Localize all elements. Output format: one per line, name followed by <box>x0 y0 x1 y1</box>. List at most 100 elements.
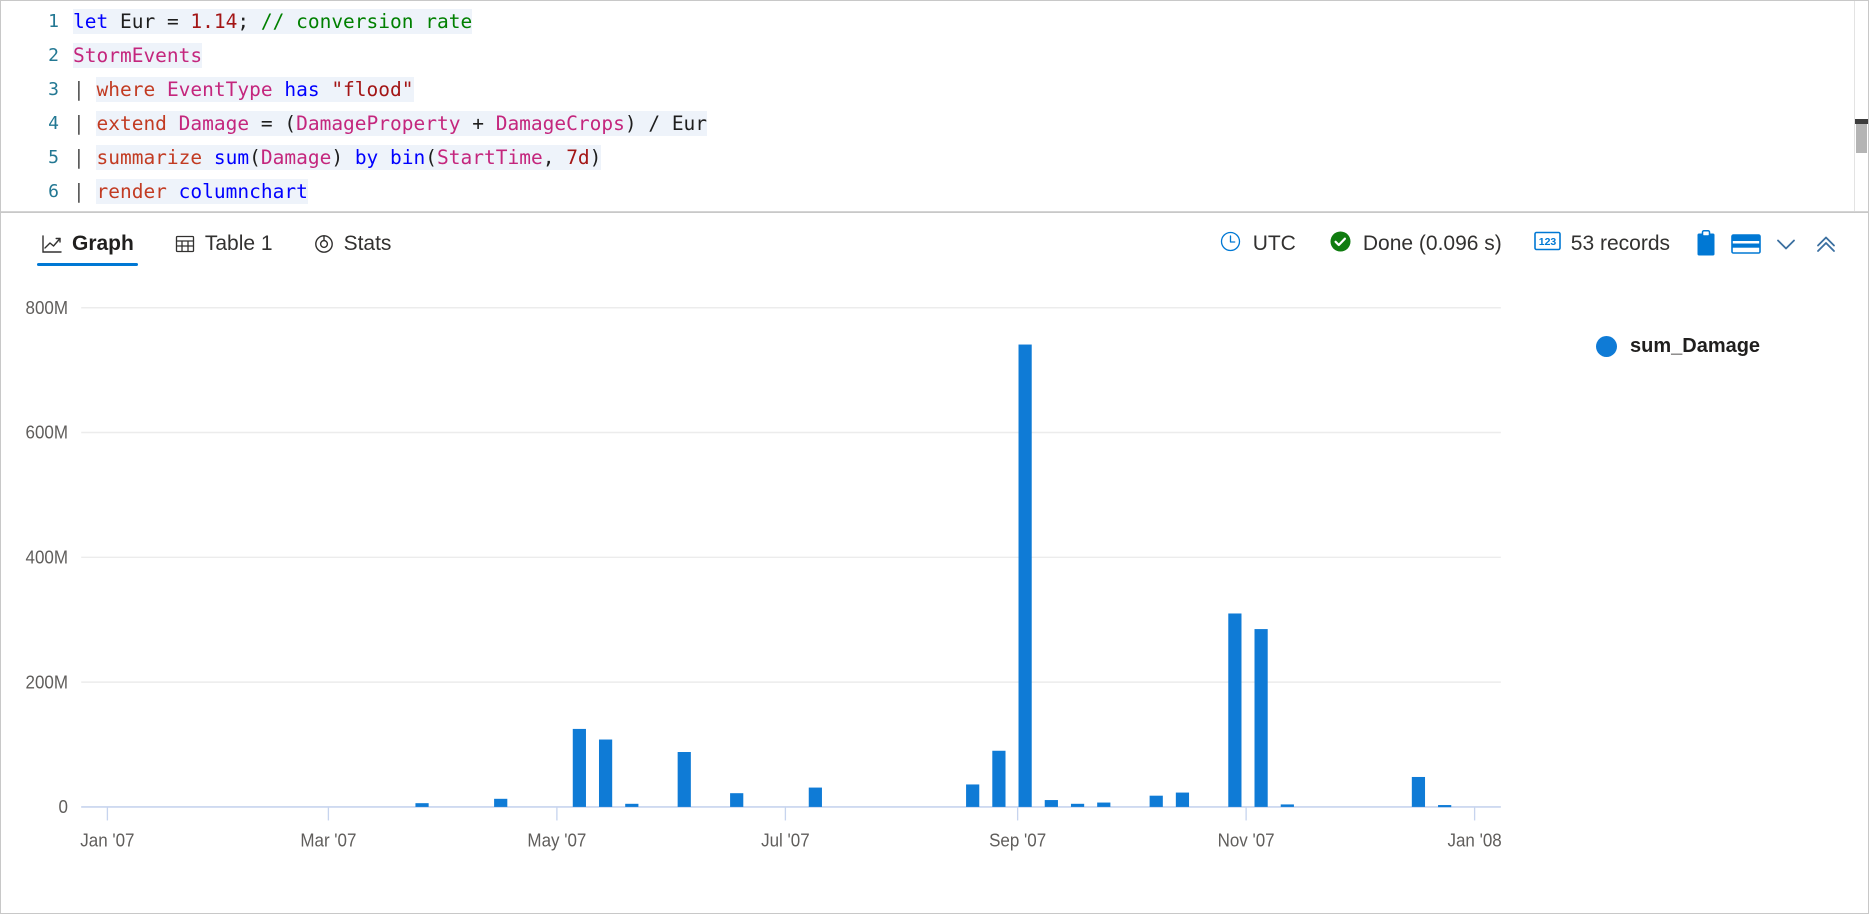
code-token: | <box>73 78 97 101</box>
y-axis-tick-label: 800M <box>26 297 68 318</box>
chart-bar[interactable] <box>1070 803 1085 807</box>
legend-series-label: sum_Damage <box>1630 335 1761 357</box>
chart-bar[interactable] <box>572 728 586 807</box>
chart-bar[interactable] <box>1044 800 1058 807</box>
record-count-label: 53 records <box>1570 232 1670 255</box>
code-token: DamageProperty <box>296 111 461 136</box>
code-token: ) <box>589 145 602 170</box>
x-axis-tick-label: Mar '07 <box>300 830 356 851</box>
code-line[interactable]: 2 StormEvents <box>1 39 1868 73</box>
code-token: ( <box>425 145 438 170</box>
code-line[interactable]: 3 | where EventType has "flood" <box>1 73 1868 107</box>
tab-table-1-label: Table 1 <box>204 232 273 255</box>
code-line[interactable]: 1 let Eur = 1.14; // conversion rate <box>1 5 1868 39</box>
chart-bar[interactable] <box>1175 792 1190 807</box>
query-editor[interactable]: 1 let Eur = 1.14; // conversion rate 2 Stor… <box>1 1 1868 213</box>
chart-bar[interactable] <box>1438 805 1452 808</box>
line-chart-icon <box>41 233 63 255</box>
chart-bar[interactable] <box>1411 776 1426 807</box>
code-token: = <box>166 9 191 34</box>
code-text[interactable]: StormEvents <box>73 39 203 73</box>
chart-bar[interactable] <box>415 803 429 807</box>
code-token: Eur <box>671 111 708 136</box>
chart-bar[interactable] <box>730 793 744 807</box>
tab-table-1[interactable]: Table 1 <box>154 216 293 272</box>
code-token: | <box>73 112 97 135</box>
svg-text:123: 123 <box>1539 236 1557 248</box>
line-number: 6 <box>48 181 59 202</box>
editor-vertical-scrollbar[interactable] <box>1854 1 1868 212</box>
results-toolbar: Graph Table 1 Stats UTC Done (0.096 s) 1… <box>1 213 1868 275</box>
column-chart[interactable]: 0 200M 400M 600M 800M Jan '07 Mar '07 May '07 Ju… <box>1 289 1548 913</box>
chart-bar[interactable] <box>1280 804 1294 807</box>
chart-bar[interactable] <box>1228 613 1242 807</box>
code-text[interactable]: | render columnchart <box>73 175 308 209</box>
record-count: 123 53 records <box>1518 230 1686 258</box>
chart-bar[interactable] <box>494 798 508 807</box>
collapse-panel-button[interactable] <box>1806 224 1846 264</box>
results-status-area: UTC Done (0.096 s) 123 53 records <box>1202 224 1846 264</box>
chart-bar[interactable] <box>808 787 822 807</box>
code-token: render <box>96 179 179 204</box>
code-token: 7d <box>566 145 590 170</box>
code-token: Eur <box>119 9 167 34</box>
code-line[interactable]: 6 | render columnchart <box>1 175 1868 209</box>
x-axis-tick-label: Jan '08 <box>1448 830 1502 851</box>
code-token: ) <box>331 145 355 170</box>
code-text[interactable]: let Eur = 1.14; // conversion rate <box>73 5 473 39</box>
chart-bar[interactable] <box>992 750 1006 807</box>
clock-icon <box>1218 229 1243 260</box>
chart-bar[interactable] <box>1097 802 1111 807</box>
x-axis-tick-label: May '07 <box>527 830 586 851</box>
more-options-button[interactable] <box>1766 224 1806 264</box>
chart-bar[interactable] <box>598 739 613 807</box>
query-result-window: 1 let Eur = 1.14; // conversion rate 2 Stor… <box>0 0 1869 914</box>
x-axis-tick-label: Sep '07 <box>989 830 1046 851</box>
123-badge-icon: 123 <box>1533 230 1561 258</box>
editor-divider <box>1 211 1868 212</box>
chart-bar[interactable] <box>625 803 639 807</box>
code-token: ) / <box>624 111 672 136</box>
code-token: bin <box>390 145 426 170</box>
copy-to-clipboard-button[interactable] <box>1686 224 1726 264</box>
code-token: StormEvents <box>73 43 203 68</box>
legend-item-sum-damage[interactable]: sum_Damage <box>1596 335 1868 358</box>
chart-bar[interactable] <box>1149 795 1163 807</box>
timezone-label: UTC <box>1252 232 1296 255</box>
code-token: ; <box>237 9 261 34</box>
code-text[interactable]: | extend Damage = (DamageProperty + Dama… <box>73 107 708 141</box>
timezone-indicator[interactable]: UTC <box>1202 229 1312 260</box>
line-number: 1 <box>48 11 59 32</box>
results-tabs: Graph Table 1 Stats <box>21 216 411 272</box>
column-chart-svg[interactable]: 0 200M 400M 600M 800M Jan '07 Mar '07 May '07 Ju… <box>1 289 1548 913</box>
chart-bar[interactable] <box>1254 629 1268 807</box>
donut-chart-icon <box>313 233 335 255</box>
line-number: 2 <box>48 45 59 66</box>
code-token: Damage <box>178 111 261 136</box>
chart-bar[interactable] <box>966 784 980 807</box>
tab-stats[interactable]: Stats <box>293 216 412 272</box>
query-editor-lines[interactable]: 1 let Eur = 1.14; // conversion rate 2 Stor… <box>1 1 1868 209</box>
editor-scrollbar-thumb[interactable] <box>1856 124 1867 153</box>
code-token: = <box>260 111 285 136</box>
table-layout-button[interactable] <box>1726 224 1766 264</box>
legend-color-swatch <box>1596 336 1617 357</box>
chart-legend: sum_Damage <box>1548 289 1868 913</box>
code-token: 1.14 <box>190 9 238 34</box>
code-token: extend <box>96 111 179 136</box>
chart-bar[interactable] <box>677 752 691 807</box>
code-token: EventType <box>166 77 285 102</box>
code-token: let <box>73 9 120 34</box>
code-line[interactable]: 4 | extend Damage = (DamageProperty + Dam… <box>1 107 1868 141</box>
code-text[interactable]: | summarize sum(Damage) by bin(StartTime… <box>73 141 602 175</box>
tab-graph[interactable]: Graph <box>21 216 154 272</box>
code-text[interactable]: | where EventType has "flood" <box>73 73 414 107</box>
chart-bar[interactable] <box>1018 344 1032 807</box>
code-token: ( <box>249 145 261 170</box>
code-token: Damage <box>260 145 332 170</box>
code-token: StartTime <box>437 145 543 170</box>
chart-panel: 0 200M 400M 600M 800M Jan '07 Mar '07 May '07 Ju… <box>1 275 1868 913</box>
code-token: | <box>73 180 97 203</box>
tab-graph-label: Graph <box>72 232 134 255</box>
code-line[interactable]: 5 | summarize sum(Damage) by bin(StartTim… <box>1 141 1868 175</box>
